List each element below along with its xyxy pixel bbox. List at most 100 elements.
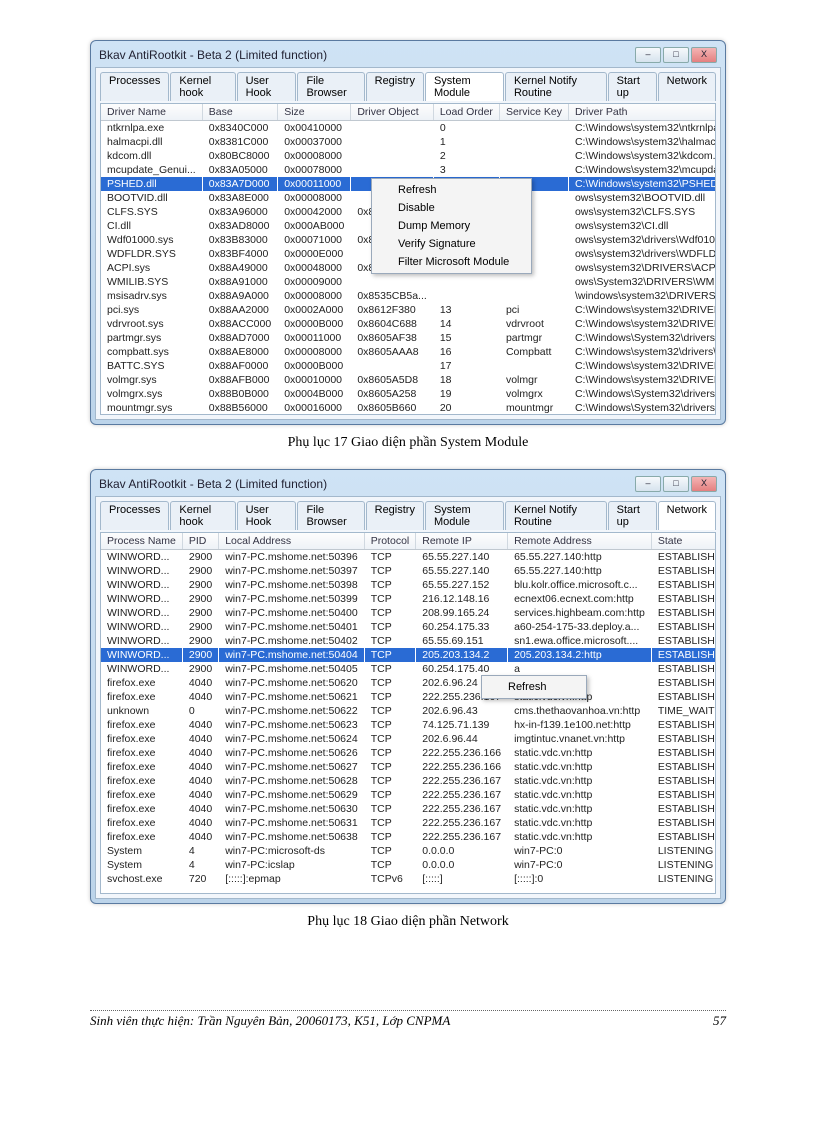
table-row[interactable]: firefox.exe4040win7-PC.mshome.net:50624T…	[101, 732, 716, 746]
tab-registry[interactable]: Registry	[366, 72, 424, 101]
table-row[interactable]: firefox.exe4040win7-PC.mshome.net:50630T…	[101, 802, 716, 816]
table-row[interactable]: volmgrx.sys0x88B0B0000x0004B0000x8605A25…	[101, 387, 716, 401]
table-row[interactable]: firefox.exe4040win7-PC.mshome.net:50620T…	[101, 676, 716, 690]
tab-registry[interactable]: Registry	[366, 501, 424, 530]
table-row[interactable]: System4win7-PC:icslapTCP0.0.0.0win7-PC:0…	[101, 858, 716, 872]
close-button[interactable]: X	[691, 476, 717, 492]
tabs-row: ProcessesKernel hookUser HookFile Browse…	[100, 72, 716, 101]
network-grid[interactable]: Process NamePIDLocal AddressProtocolRemo…	[100, 532, 716, 894]
column-header[interactable]: Remote Address	[508, 533, 652, 550]
column-header[interactable]: Driver Path	[568, 104, 716, 121]
table-row[interactable]: System4win7-PC:microsoft-dsTCP0.0.0.0win…	[101, 844, 716, 858]
system-module-grid[interactable]: Driver NameBaseSizeDriver ObjectLoad Ord…	[100, 103, 716, 415]
menu-item-refresh[interactable]: Refresh	[484, 678, 584, 696]
column-header[interactable]: Remote IP	[416, 533, 508, 550]
table-row[interactable]: kdcom.dll0x80BC80000x000080002C:\Windows…	[101, 149, 716, 163]
tabs-row: ProcessesKernel hookUser HookFile Browse…	[100, 501, 716, 530]
table-row[interactable]: halmacpi.dll0x8381C0000x000370001C:\Wind…	[101, 135, 716, 149]
tab-kernel-notify-routine[interactable]: Kernel Notify Routine	[505, 501, 607, 530]
column-header[interactable]: Service Key	[499, 104, 568, 121]
tab-user-hook[interactable]: User Hook	[237, 501, 297, 530]
titlebar[interactable]: Bkav AntiRootkit - Beta 2 (Limited funct…	[95, 45, 721, 67]
window-title: Bkav AntiRootkit - Beta 2 (Limited funct…	[99, 48, 327, 62]
table-row[interactable]: firefox.exe4040win7-PC.mshome.net:50621T…	[101, 690, 716, 704]
table-row[interactable]: BATTC.SYS0x88AF00000x0000B00017C:\Window…	[101, 359, 716, 373]
minimize-button[interactable]: –	[635, 476, 661, 492]
column-header[interactable]: PID	[182, 533, 218, 550]
table-row[interactable]: mountmgr.sys0x88B560000x000160000x8605B6…	[101, 401, 716, 415]
titlebar[interactable]: Bkav AntiRootkit - Beta 2 (Limited funct…	[95, 474, 721, 496]
column-header[interactable]: Load Order	[433, 104, 499, 121]
maximize-button[interactable]: □	[663, 47, 689, 63]
table-row[interactable]: vdrvroot.sys0x88ACC0000x0000B0000x8604C6…	[101, 317, 716, 331]
close-button[interactable]: X	[691, 47, 717, 63]
tab-kernel-hook[interactable]: Kernel hook	[170, 72, 235, 101]
column-header[interactable]: Local Address	[219, 533, 365, 550]
minimize-button[interactable]: –	[635, 47, 661, 63]
table-row[interactable]: firefox.exe4040win7-PC.mshome.net:50623T…	[101, 718, 716, 732]
table-row[interactable]: WINWORD...2900win7-PC.mshome.net:50404TC…	[101, 648, 716, 662]
column-header[interactable]: State	[651, 533, 716, 550]
column-header[interactable]: Driver Object	[351, 104, 433, 121]
table-row[interactable]: WINWORD...2900win7-PC.mshome.net:50400TC…	[101, 606, 716, 620]
menu-item-verify-signature[interactable]: Verify Signature	[374, 235, 529, 253]
tab-file-browser[interactable]: File Browser	[297, 501, 364, 530]
table-row[interactable]: WINWORD...2900win7-PC.mshome.net:50398TC…	[101, 578, 716, 592]
tab-kernel-notify-routine[interactable]: Kernel Notify Routine	[505, 72, 607, 101]
menu-item-refresh[interactable]: Refresh	[374, 181, 529, 199]
table-row[interactable]: WINWORD...2900win7-PC.mshome.net:50402TC…	[101, 634, 716, 648]
table-row[interactable]: partmgr.sys0x88AD70000x000110000x8605AF3…	[101, 331, 716, 345]
table-row[interactable]: WINWORD...2900win7-PC.mshome.net:50399TC…	[101, 592, 716, 606]
table-row[interactable]: WMILIB.SYS0x88A910000x00009000ows\System…	[101, 275, 716, 289]
menu-item-disable[interactable]: Disable	[374, 199, 529, 217]
page-footer: Sinh viên thực hiện: Trần Nguyên Bản, 20…	[90, 1011, 726, 1031]
column-header[interactable]: Driver Name	[101, 104, 202, 121]
network-table: Process NamePIDLocal AddressProtocolRemo…	[101, 533, 716, 886]
tab-file-browser[interactable]: File Browser	[297, 72, 364, 101]
footer-page-number: 57	[713, 1013, 726, 1029]
column-header[interactable]: Process Name	[101, 533, 182, 550]
column-header[interactable]: Base	[202, 104, 277, 121]
context-menu[interactable]: Refresh	[481, 675, 587, 699]
table-row[interactable]: firefox.exe4040win7-PC.mshome.net:50629T…	[101, 788, 716, 802]
table-row[interactable]: firefox.exe4040win7-PC.mshome.net:50628T…	[101, 774, 716, 788]
tab-network[interactable]: Network	[658, 501, 716, 530]
column-header[interactable]: Size	[278, 104, 351, 121]
table-row[interactable]: svchost.exe720[:::::]:epmapTCPv6[:::::][…	[101, 872, 716, 886]
caption-system-module: Phụ lục 17 Giao diện phần System Module	[90, 435, 726, 451]
table-row[interactable]: volmgr.sys0x88AFB0000x000100000x8605A5D8…	[101, 373, 716, 387]
menu-item-dump-memory[interactable]: Dump Memory	[374, 217, 529, 235]
tab-system-module[interactable]: System Module	[425, 501, 504, 530]
tab-start-up[interactable]: Start up	[608, 501, 657, 530]
table-row[interactable]: compbatt.sys0x88AE80000x000080000x8605AA…	[101, 345, 716, 359]
table-row[interactable]: mcupdate_Genui...0x83A050000x000780003C:…	[101, 163, 716, 177]
table-row[interactable]: msisadrv.sys0x88A9A0000x000080000x8535CB…	[101, 289, 716, 303]
tab-kernel-hook[interactable]: Kernel hook	[170, 501, 235, 530]
table-row[interactable]: WINWORD...2900win7-PC.mshome.net:50397TC…	[101, 564, 716, 578]
maximize-button[interactable]: □	[663, 476, 689, 492]
tab-processes[interactable]: Processes	[100, 501, 169, 530]
caption-network: Phụ lục 18 Giao diện phần Network	[90, 914, 726, 930]
tab-processes[interactable]: Processes	[100, 72, 169, 101]
table-row[interactable]: WINWORD...2900win7-PC.mshome.net:50405TC…	[101, 662, 716, 676]
table-row[interactable]: firefox.exe4040win7-PC.mshome.net:50631T…	[101, 816, 716, 830]
column-header[interactable]: Protocol	[364, 533, 416, 550]
table-row[interactable]: WINWORD...2900win7-PC.mshome.net:50396TC…	[101, 550, 716, 565]
table-row[interactable]: ntkrnlpa.exe0x8340C0000x004100000C:\Wind…	[101, 121, 716, 136]
menu-item-filter-microsoft-module[interactable]: Filter Microsoft Module	[374, 253, 529, 271]
window-network: Bkav AntiRootkit - Beta 2 (Limited funct…	[90, 469, 726, 904]
tab-network[interactable]: Network	[658, 72, 716, 101]
table-row[interactable]: firefox.exe4040win7-PC.mshome.net:50638T…	[101, 830, 716, 844]
tab-system-module[interactable]: System Module	[425, 72, 504, 101]
table-row[interactable]: WINWORD...2900win7-PC.mshome.net:50401TC…	[101, 620, 716, 634]
window-system-module: Bkav AntiRootkit - Beta 2 (Limited funct…	[90, 40, 726, 425]
table-row[interactable]: firefox.exe4040win7-PC.mshome.net:50627T…	[101, 760, 716, 774]
table-row[interactable]: firefox.exe4040win7-PC.mshome.net:50626T…	[101, 746, 716, 760]
window-title: Bkav AntiRootkit - Beta 2 (Limited funct…	[99, 477, 327, 491]
tab-user-hook[interactable]: User Hook	[237, 72, 297, 101]
context-menu[interactable]: RefreshDisableDump MemoryVerify Signatur…	[371, 178, 532, 274]
tab-start-up[interactable]: Start up	[608, 72, 657, 101]
table-row[interactable]: unknown0win7-PC.mshome.net:50622TCP202.6…	[101, 704, 716, 718]
footer-left: Sinh viên thực hiện: Trần Nguyên Bản, 20…	[90, 1013, 450, 1029]
table-row[interactable]: pci.sys0x88AA20000x0002A0000x8612F38013p…	[101, 303, 716, 317]
